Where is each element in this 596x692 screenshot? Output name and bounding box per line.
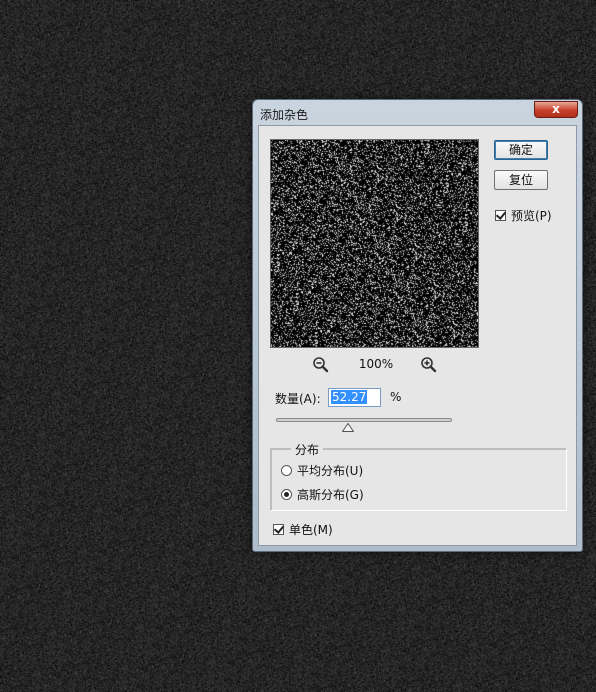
zoom-level: 100% — [358, 357, 394, 371]
dialog-body: 100% 确定 复位 预览(P) 数量(A): 52.27 % 分布 平均分布(… — [258, 125, 577, 546]
reset-button[interactable]: 复位 — [494, 170, 548, 190]
preview-image[interactable] — [271, 140, 478, 347]
uniform-radio-label: 平均分布(U) — [297, 464, 364, 478]
ok-button[interactable]: 确定 — [494, 140, 548, 160]
amount-slider-track[interactable] — [276, 418, 452, 422]
preview-checkbox[interactable]: 预览(P) — [495, 207, 552, 224]
distribution-group: 分布 平均分布(U) 高斯分布(G) — [270, 441, 567, 511]
title-bar[interactable]: 添加杂色 x — [253, 100, 582, 126]
noise-preview[interactable] — [270, 139, 479, 348]
monochromatic-checkbox-label: 单色(M) — [289, 523, 333, 537]
amount-slider-thumb[interactable] — [342, 423, 355, 432]
checkmark-icon — [273, 523, 285, 534]
zoom-in-icon[interactable] — [420, 356, 438, 374]
preview-checkbox-box[interactable] — [495, 209, 507, 221]
dialog-title: 添加杂色 — [260, 108, 309, 122]
zoom-out-icon[interactable] — [312, 356, 330, 374]
uniform-radio[interactable]: 平均分布(U) — [281, 462, 363, 479]
amount-value: 52.27 — [331, 390, 368, 404]
uniform-radio-button[interactable] — [281, 465, 292, 476]
gaussian-radio-label: 高斯分布(G) — [297, 488, 364, 502]
amount-unit: % — [390, 390, 402, 404]
gaussian-radio-button[interactable] — [281, 489, 292, 500]
amount-label: 数量(A): — [275, 392, 321, 406]
close-button[interactable]: x — [534, 101, 578, 118]
monochromatic-checkbox-box[interactable] — [273, 523, 285, 535]
amount-input[interactable]: 52.27 — [328, 388, 381, 407]
close-icon: x — [552, 102, 560, 116]
checkmark-icon — [495, 209, 507, 220]
radio-selected-dot — [284, 492, 289, 497]
preview-checkbox-label: 预览(P) — [511, 209, 552, 223]
distribution-legend: 分布 — [291, 441, 324, 458]
add-noise-dialog: 添加杂色 x 100% 确定 复位 预览(P) 数量(A): 52.27 % 分… — [252, 99, 583, 552]
gaussian-radio[interactable]: 高斯分布(G) — [281, 486, 364, 503]
monochromatic-checkbox[interactable]: 单色(M) — [273, 521, 333, 538]
